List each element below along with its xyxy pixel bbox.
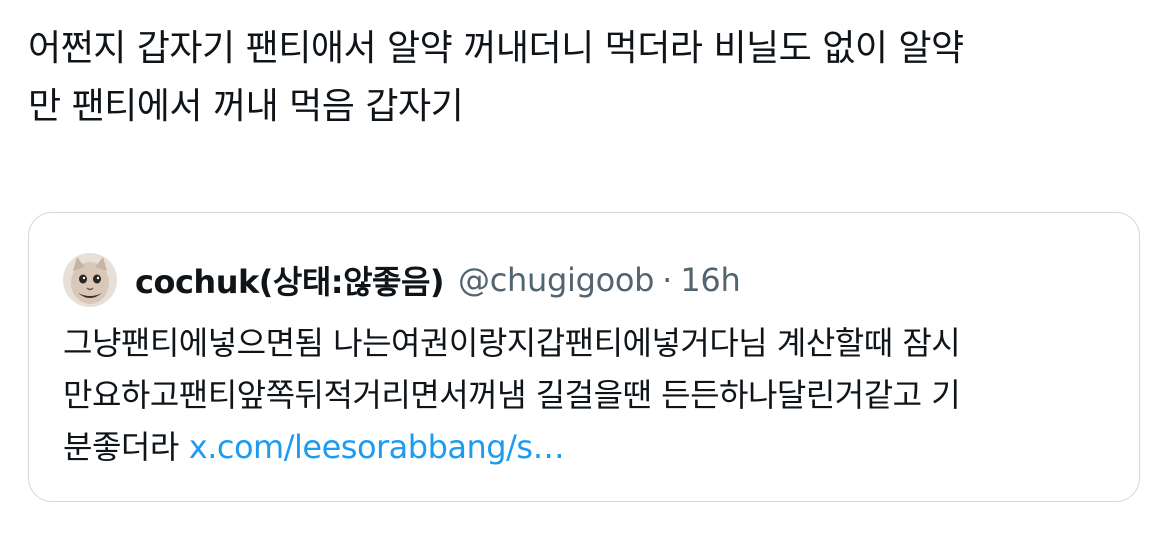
quoted-timestamp[interactable]: 16h xyxy=(680,261,740,299)
quoted-handle[interactable]: @chugigoob xyxy=(458,261,654,299)
tweet-text: 어쩐지 갑자기 팬티애서 알약 꺼내더니 먹더라 비닐도 없이 알약 만 팬티에… xyxy=(28,20,1138,136)
quoted-body-line: 그냥팬티에넣으면됨 나는여권이랑지갑팬티에넣거다님 계산할때 잠시 xyxy=(63,324,961,362)
cat-face-avatar-icon[interactable] xyxy=(63,253,117,307)
header-separator: · xyxy=(662,261,673,299)
quoted-tweet-link[interactable]: x.com/leesorabbang/s… xyxy=(189,428,565,466)
quoted-body-line: 분좋더라 xyxy=(63,428,179,466)
quoted-tweet-body: 그냥팬티에넣으면됨 나는여권이랑지갑팬티에넣거다님 계산할때 잠시 만요하고팬티… xyxy=(63,317,1123,473)
quoted-tweet-header: cochuk(상태:않좋음) @chugigoob · 16h xyxy=(63,253,741,307)
tweet-text-line: 어쩐지 갑자기 팬티애서 알약 꺼내더니 먹더라 비닐도 없이 알약 xyxy=(28,28,964,69)
quoted-body-line: 만요하고팬티앞쪽뒤적거리면서꺼냄 길걸을땐 든든하나달린거같고 기 xyxy=(63,376,961,414)
quoted-body-line-with-link: 분좋더라 x.com/leesorabbang/s… xyxy=(63,421,1123,473)
tweet-text-line: 만 팬티에서 꺼내 먹음 갑자기 xyxy=(28,86,464,127)
avatar-image xyxy=(63,253,117,307)
quoted-display-name[interactable]: cochuk(상태:않좋음) xyxy=(135,257,445,303)
quoted-tweet-card[interactable]: cochuk(상태:않좋음) @chugigoob · 16h 그냥팬티에넣으면… xyxy=(28,212,1140,502)
